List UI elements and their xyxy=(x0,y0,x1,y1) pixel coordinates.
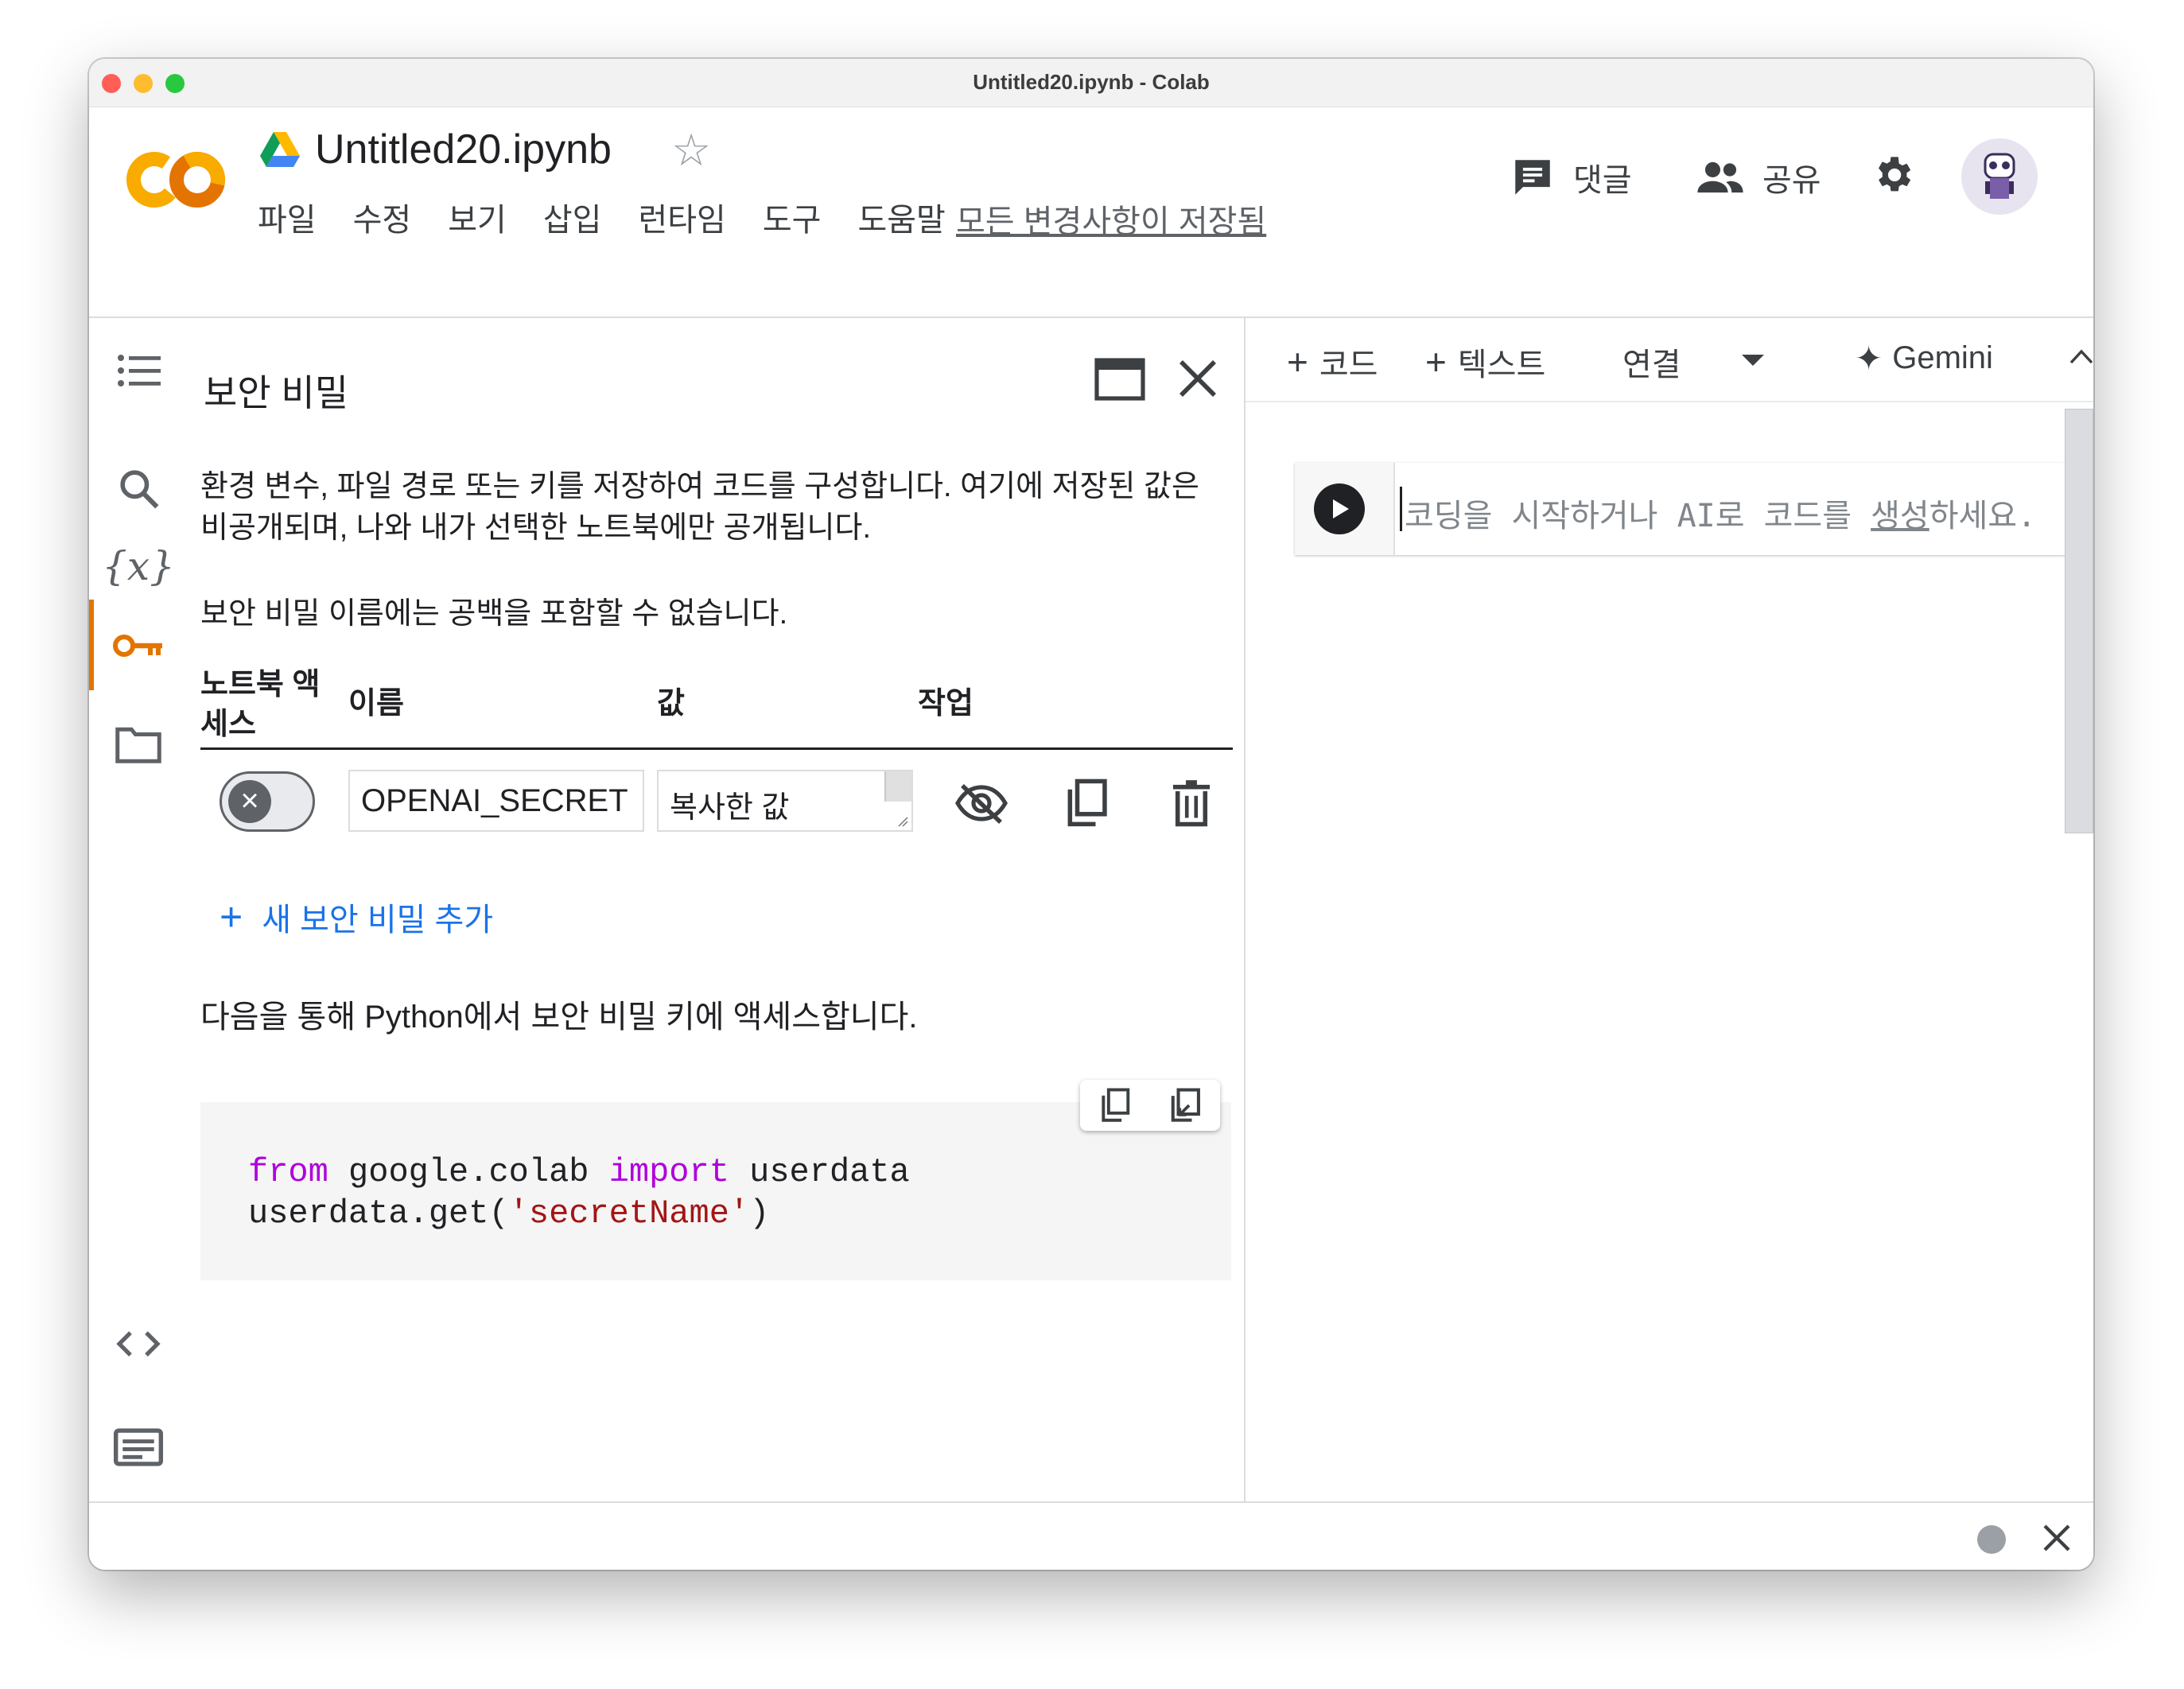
chevron-down-icon[interactable] xyxy=(1740,353,1766,367)
gemini-button[interactable]: ✦ Gemini xyxy=(1855,339,1993,378)
code-cell: 코딩을 시작하거나 AI로 코드를 생성하세요. xyxy=(1295,463,2068,555)
vertical-scrollbar[interactable] xyxy=(2065,409,2093,833)
text-cursor xyxy=(1400,487,1402,531)
notebook-toolbar: + 코드 + 텍스트 연결 ✦ Gemini xyxy=(1246,318,2093,402)
cell-placeholder: 코딩을 시작하거나 AI로 코드를 생성하세요. xyxy=(1405,498,2037,534)
menu-item-runtime[interactable]: 런타임 xyxy=(638,194,725,240)
sparkle-icon: ✦ xyxy=(1855,340,1883,377)
comment-button[interactable]: 댓글 xyxy=(1510,154,1632,200)
status-bar xyxy=(89,1501,2093,1570)
code-snippet: from google.colab import userdata userda… xyxy=(200,1102,1231,1280)
window-title: Untitled20.ipynb - Colab xyxy=(973,70,1210,94)
run-cell-button[interactable] xyxy=(1314,483,1365,534)
chevron-up-icon[interactable] xyxy=(2069,348,2093,366)
status-indicator-icon[interactable] xyxy=(1977,1525,2006,1554)
code-line-1: from google.colab import userdata xyxy=(248,1153,910,1191)
secret-value-text: 복사한 값 xyxy=(670,791,790,825)
generate-link[interactable]: 생성 xyxy=(1871,498,1929,534)
colab-logo[interactable] xyxy=(124,140,227,219)
google-drive-icon[interactable] xyxy=(260,132,300,167)
notebook-title[interactable]: Untitled20.ipynb xyxy=(315,126,612,173)
window-titlebar: Untitled20.ipynb - Colab xyxy=(89,59,2093,107)
menu-item-tools[interactable]: 도구 xyxy=(763,194,822,240)
menu-bar: 파일 수정 보기 삽입 런타임 도구 도움말 xyxy=(258,194,982,240)
comment-label: 댓글 xyxy=(1573,163,1632,198)
connect-button[interactable]: 연결 xyxy=(1622,339,1681,385)
browser-window: Untitled20.ipynb - Colab Untitled20.ipyn… xyxy=(89,59,2093,1570)
plus-icon: + xyxy=(1425,341,1447,382)
insert-code-icon[interactable] xyxy=(1168,1088,1202,1123)
save-status-link[interactable]: 모든 변경사항이 저장됨 xyxy=(956,196,1266,242)
secrets-note: 보안 비밀 이름에는 공백을 포함할 수 없습니다. xyxy=(200,597,788,631)
add-secret-label: 새 보안 비밀 추가 xyxy=(262,903,494,938)
avatar[interactable] xyxy=(1961,138,2038,215)
star-icon[interactable]: ☆ xyxy=(671,124,711,177)
menu-item-insert[interactable]: 삽입 xyxy=(543,194,602,240)
add-secret-button[interactable]: + 새 보안 비밀 추가 xyxy=(220,894,493,940)
code-line-2: userdata.get('secretName') xyxy=(248,1194,770,1233)
visibility-off-icon[interactable] xyxy=(953,775,1010,832)
column-header-access: 노트북 액세스 xyxy=(200,668,321,741)
add-code-button[interactable]: + 코드 xyxy=(1287,339,1378,385)
secret-name-field[interactable] xyxy=(348,770,644,832)
secrets-description: 환경 변수, 파일 경로 또는 키를 저장하여 코드를 구성합니다. 여기에 저… xyxy=(200,470,1199,545)
play-icon xyxy=(1333,499,1349,518)
notebook-access-toggle[interactable]: × xyxy=(220,771,315,832)
colab-header: Untitled20.ipynb ☆ 파일 수정 보기 삽입 런타임 도구 도움… xyxy=(89,108,2093,318)
close-status-icon[interactable] xyxy=(2041,1522,2073,1554)
plus-icon: + xyxy=(220,895,243,939)
access-hint: 다음을 통해 Python에서 보안 비밀 키에 액세스합니다. xyxy=(200,1000,918,1035)
secret-value-field[interactable]: 복사한 값 xyxy=(657,770,913,832)
toggle-off-icon: × xyxy=(228,780,271,823)
plus-icon: + xyxy=(1287,341,1308,382)
resize-handle-icon[interactable] xyxy=(896,814,908,827)
menu-item-file[interactable]: 파일 xyxy=(258,194,317,240)
menu-item-view[interactable]: 보기 xyxy=(448,194,507,240)
gemini-label: Gemini xyxy=(1892,340,1993,375)
comment-icon xyxy=(1515,160,1550,195)
notebook-area: 코딩을 시작하거나 AI로 코드를 생성하세요. xyxy=(1246,402,2093,1557)
add-code-label: 코드 xyxy=(1319,348,1378,382)
copy-icon[interactable] xyxy=(1058,775,1115,832)
gear-icon[interactable] xyxy=(1871,153,1915,197)
column-header-value: 값 xyxy=(657,687,685,720)
open-in-tab-icon[interactable] xyxy=(1094,358,1145,401)
header-divider xyxy=(200,747,1233,750)
delete-icon[interactable] xyxy=(1163,775,1220,832)
menu-item-help[interactable]: 도움말 xyxy=(857,194,945,240)
code-cell-editor[interactable]: 코딩을 시작하거나 AI로 코드를 생성하세요. xyxy=(1393,463,2068,555)
share-button[interactable]: 공유 xyxy=(1696,154,1821,200)
add-text-button[interactable]: + 텍스트 xyxy=(1425,339,1545,385)
panel-title: 보안 비밀 xyxy=(204,372,349,414)
column-header-actions: 작업 xyxy=(918,687,973,720)
code-copy-toolbar xyxy=(1080,1080,1220,1131)
add-text-label: 텍스트 xyxy=(1457,348,1546,382)
menu-item-edit[interactable]: 수정 xyxy=(353,194,412,240)
close-icon[interactable] xyxy=(1176,356,1220,401)
copy-code-icon[interactable] xyxy=(1099,1088,1131,1123)
value-scrollbar[interactable] xyxy=(884,771,911,802)
column-header-name: 이름 xyxy=(348,687,404,720)
people-icon xyxy=(1697,161,1743,193)
share-label: 공유 xyxy=(1762,163,1821,198)
secrets-panel: 보안 비밀 환경 변수, 파일 경로 또는 키를 저장하여 코드를 구성합니다.… xyxy=(89,318,1246,1557)
